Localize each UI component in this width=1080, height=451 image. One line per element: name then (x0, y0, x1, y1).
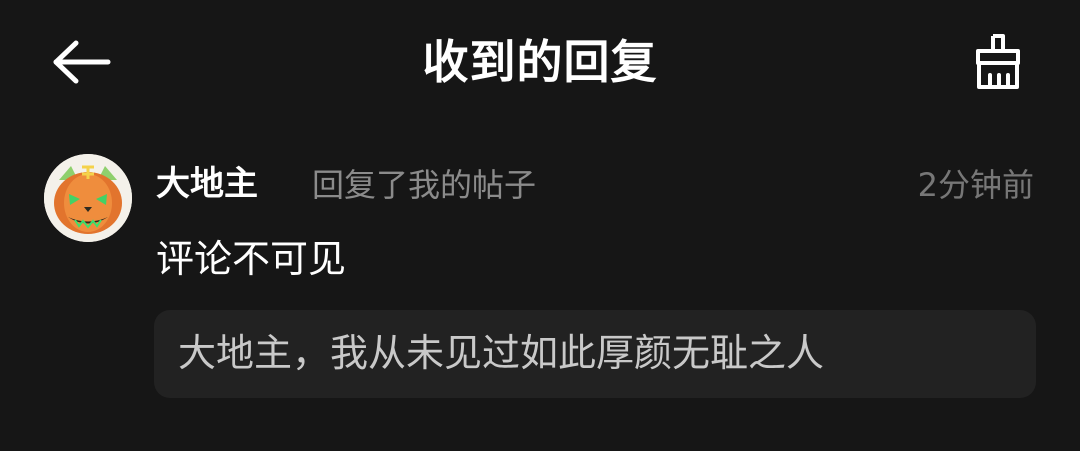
page-title: 收到的回复 (422, 35, 658, 89)
replies-page: 收到的回复 大地主 回复了我的帖子 2分钟前 评论不可见 大地主，我从未见过如此… (0, 0, 1080, 451)
broom-icon (976, 34, 1020, 89)
header: 收到的回复 (0, 0, 1080, 125)
timestamp: 2分钟前 (917, 166, 1034, 204)
reply-comment[interactable]: 评论不可见 (156, 232, 346, 286)
reply-action: 回复了我的帖子 (312, 166, 537, 204)
username[interactable]: 大地主 (156, 160, 258, 208)
quoted-post[interactable]: 大地主，我从未见过如此厚颜无耻之人 (154, 310, 1036, 398)
quoted-post-text: 大地主，我从未见过如此厚颜无耻之人 (178, 331, 825, 375)
pumpkin-avatar-icon (44, 154, 132, 242)
avatar[interactable] (44, 154, 132, 242)
reply-item[interactable]: 大地主 回复了我的帖子 2分钟前 评论不可见 大地主，我从未见过如此厚颜无耻之人 (0, 140, 1080, 420)
clear-button[interactable] (962, 28, 1034, 96)
